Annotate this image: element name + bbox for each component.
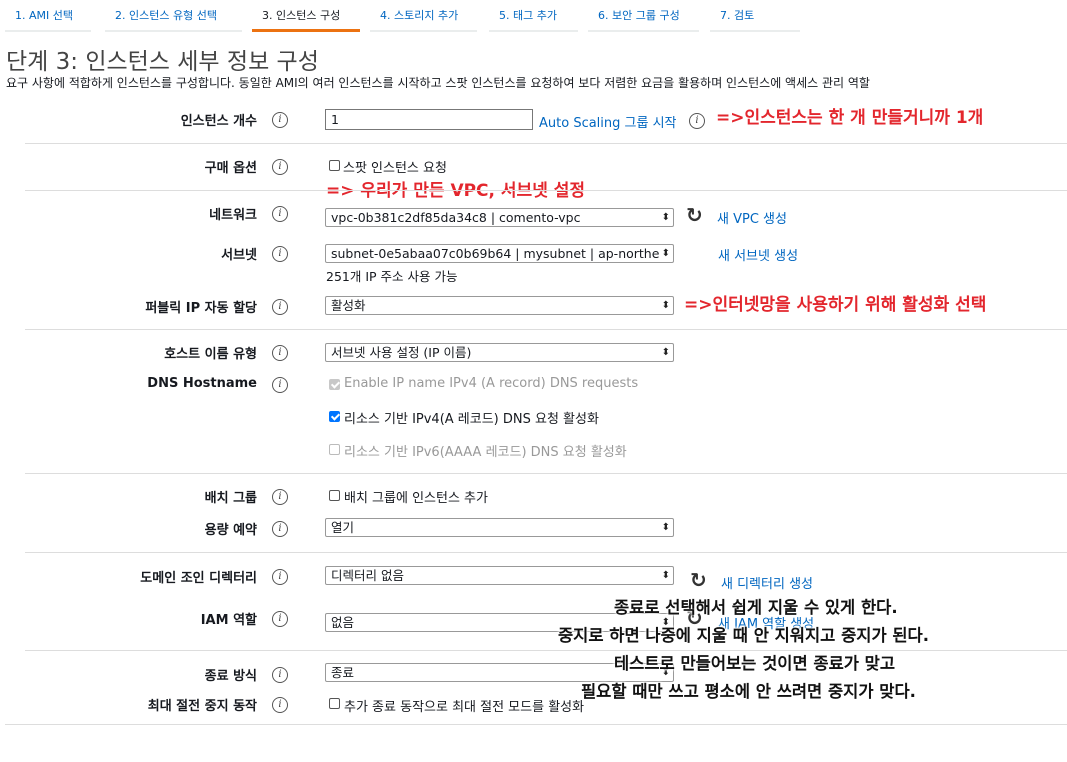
tab-instance-type[interactable]: 2. 인스턴스 유형 선택	[105, 0, 242, 32]
capacity-reservation-select[interactable]: 열기 ⬍	[325, 518, 674, 537]
tab-configure-instance[interactable]: 3. 인스턴스 구성	[252, 0, 360, 32]
create-subnet-link[interactable]: 새 서브넷 생성	[718, 245, 798, 264]
divider	[25, 473, 1067, 474]
info-icon[interactable]: i	[272, 206, 288, 222]
info-icon[interactable]: i	[272, 112, 288, 128]
info-icon[interactable]: i	[272, 521, 288, 537]
instance-count-annotation: =>인스턴스는 한 개 만들거니까 1개	[716, 108, 984, 128]
info-icon[interactable]: i	[272, 299, 288, 315]
spot-instance-checkbox[interactable]	[329, 160, 340, 171]
divider	[25, 650, 1067, 651]
subnet-ip-count: 251개 IP 주소 사용 가능	[326, 269, 458, 284]
info-icon[interactable]: i	[689, 113, 705, 129]
tab-tags[interactable]: 5. 태그 추가	[489, 0, 578, 32]
dns-hostname-label: DNS Hostname	[147, 376, 257, 391]
ipv4-name-checkbox[interactable]	[329, 379, 340, 390]
ipv4-name-label: Enable IP name IPv4 (A record) DNS reque…	[344, 376, 639, 391]
divider	[25, 143, 1067, 144]
hostname-type-select[interactable]: 서브넷 사용 설정 (IP 이름) ⬍	[325, 343, 674, 362]
info-icon[interactable]: i	[272, 246, 288, 262]
shutdown-annotation-line: 종료로 선택해서 쉽게 지울 수 있게 한다.	[614, 598, 898, 617]
divider	[5, 724, 1067, 725]
create-directory-link[interactable]: 새 디렉터리 생성	[721, 573, 813, 592]
divider	[25, 190, 1067, 191]
placement-group-checkbox[interactable]	[329, 490, 340, 501]
hibernate-checkbox-label: 추가 종료 동작으로 최대 절전 모드를 활성화	[344, 700, 585, 715]
select-arrow-icon: ⬍	[661, 248, 670, 259]
subnet-select[interactable]: subnet-0e5abaa07c0b69b64 | mysubnet | ap…	[325, 244, 674, 263]
select-arrow-icon: ⬍	[661, 212, 670, 223]
select-arrow-icon: ⬍	[661, 522, 670, 533]
hibernate-checkbox[interactable]	[329, 698, 340, 709]
placement-group-checkbox-label: 배치 그룹에 인스턴스 추가	[344, 491, 488, 506]
ipv4-resource-label: 리소스 기반 IPv4(A 레코드) DNS 요청 활성화	[344, 412, 599, 427]
info-icon[interactable]: i	[272, 667, 288, 683]
shutdown-annotation-line: 테스트로 만들어보는 것이면 종료가 맞고	[614, 654, 896, 673]
subnet-label: 서브넷	[221, 248, 257, 263]
shutdown-annotation-line: 중지로 하면 나중에 지울 때 안 지워지고 중지가 된다.	[558, 626, 930, 645]
tab-review[interactable]: 7. 검토	[710, 0, 800, 32]
shutdown-annotation-line: 필요할 때만 쓰고 평소에 안 쓰려면 중지가 맞다.	[581, 682, 916, 701]
iam-role-label: IAM 역할	[200, 613, 257, 628]
refresh-icon[interactable]: ↻	[686, 205, 704, 225]
page-description: 요구 사항에 적합하게 인스턴스를 구성합니다. 동일한 AMI의 여러 인스턴…	[6, 76, 870, 90]
purchase-option-label: 구매 옵션	[204, 161, 257, 176]
page-title: 단계 3: 인스턴스 세부 정보 구성	[6, 49, 319, 75]
select-arrow-icon: ⬍	[661, 570, 670, 581]
auto-scaling-link[interactable]: Auto Scaling 그룹 시작	[539, 112, 677, 131]
domain-join-label: 도메인 조인 디렉터리	[140, 571, 257, 586]
divider	[25, 552, 1067, 553]
instance-count-label: 인스턴스 개수	[180, 114, 257, 129]
network-select[interactable]: vpc-0b381c2df85da34c8 | comento-vpc ⬍	[325, 208, 674, 227]
tab-ami[interactable]: 1. AMI 선택	[5, 0, 91, 32]
refresh-icon[interactable]: ↻	[690, 570, 708, 590]
ipv4-resource-checkbox[interactable]	[329, 411, 340, 422]
hostname-type-label: 호스트 이름 유형	[164, 347, 257, 362]
select-arrow-icon: ⬍	[661, 347, 670, 358]
stop-hibernate-label: 최대 절전 중지 동작	[147, 699, 257, 714]
info-icon[interactable]: i	[272, 611, 288, 627]
info-icon[interactable]: i	[272, 345, 288, 361]
public-ip-select[interactable]: 활성화 ⬍	[325, 296, 674, 315]
info-icon[interactable]: i	[272, 569, 288, 585]
public-ip-annotation: =>인터넷망을 사용하기 위해 활성화 선택	[684, 295, 987, 315]
vpc-annotation: => 우리가 만든 VPC, 서브넷 설정	[326, 181, 586, 201]
tab-storage[interactable]: 4. 스토리지 추가	[370, 0, 477, 32]
public-ip-label: 퍼블릭 IP 자동 할당	[145, 301, 257, 316]
select-arrow-icon: ⬍	[661, 300, 670, 311]
info-icon[interactable]: i	[272, 159, 288, 175]
domain-join-select[interactable]: 디렉터리 없음 ⬍	[325, 566, 674, 585]
create-vpc-link[interactable]: 새 VPC 생성	[717, 208, 787, 227]
tab-security-group[interactable]: 6. 보안 그룹 구성	[588, 0, 699, 32]
divider	[25, 329, 1067, 330]
shutdown-behavior-label: 종료 방식	[204, 669, 257, 684]
spot-instance-label: 스팟 인스턴스 요청	[343, 161, 447, 176]
capacity-reservation-label: 용량 예약	[204, 523, 257, 538]
instance-count-input[interactable]: 1	[325, 109, 533, 130]
ipv6-resource-checkbox[interactable]	[329, 444, 340, 455]
info-icon[interactable]: i	[272, 489, 288, 505]
ipv6-resource-label: 리소스 기반 IPv6(AAAA 레코드) DNS 요청 활성화	[344, 445, 627, 460]
info-icon[interactable]: i	[272, 697, 288, 713]
info-icon[interactable]: i	[272, 377, 288, 393]
network-label: 네트워크	[209, 208, 257, 223]
placement-group-label: 배치 그룹	[204, 491, 257, 506]
